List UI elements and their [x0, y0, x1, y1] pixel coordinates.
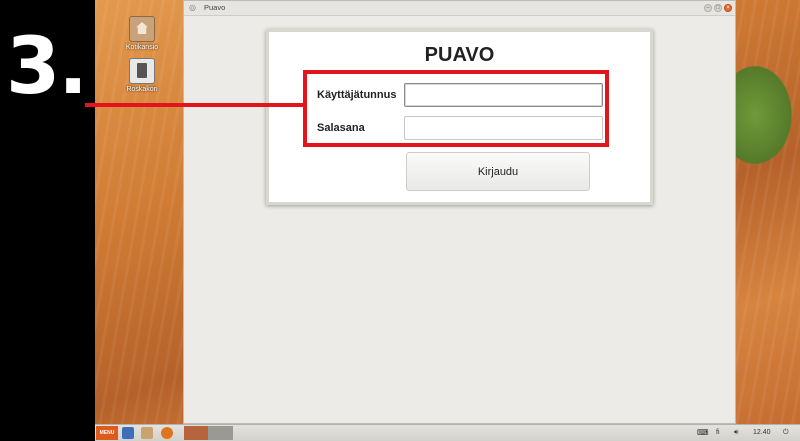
password-input[interactable] — [404, 116, 603, 140]
trash-icon — [129, 58, 155, 84]
clock[interactable]: 12.40 — [753, 427, 771, 439]
step-number: 3. — [6, 22, 88, 112]
show-desktop-icon[interactable] — [122, 427, 134, 439]
app-icon: ◎ — [189, 3, 196, 12]
desktop-icon-trash[interactable]: Roskakori — [112, 58, 172, 93]
login-card: PUAVO Käyttäjätunnus Salasana Kirjaudu — [266, 29, 653, 205]
tutorial-side-panel: 3. — [0, 0, 95, 441]
desktop-icon-home[interactable]: Kotikansio — [112, 16, 172, 51]
power-icon[interactable]: ⏻ — [783, 427, 789, 439]
login-heading: PUAVO — [424, 44, 495, 66]
window-titlebar[interactable]: ◎ Puavo – □ × — [184, 1, 735, 16]
desktop-icon-label: Kotikansio — [125, 44, 159, 51]
firefox-icon[interactable] — [161, 427, 173, 439]
minimize-button[interactable]: – — [704, 4, 712, 12]
taskbar-app-puavo[interactable] — [208, 426, 233, 440]
username-input[interactable] — [404, 83, 603, 107]
keyboard-layout[interactable]: fi — [716, 427, 720, 439]
close-button[interactable]: × — [724, 4, 732, 12]
taskbar: MENU ⌨ fi 🔊︎ 12.40 ⏻ — [95, 424, 800, 441]
callout-line — [85, 103, 306, 107]
volume-icon[interactable]: 🔊︎ — [734, 427, 738, 439]
login-button[interactable]: Kirjaudu — [406, 152, 590, 191]
keyboard-icon[interactable]: ⌨ — [697, 427, 709, 439]
window-title: Puavo — [204, 3, 226, 12]
username-label: Käyttäjätunnus — [317, 89, 397, 101]
maximize-button[interactable]: □ — [714, 4, 722, 12]
desktop-icon-label: Roskakori — [126, 86, 158, 93]
taskbar-app-thumbnail[interactable] — [184, 426, 208, 440]
file-manager-icon[interactable] — [141, 427, 153, 439]
password-label: Salasana — [317, 122, 365, 134]
menu-button[interactable]: MENU — [96, 426, 118, 440]
home-folder-icon — [129, 16, 155, 42]
